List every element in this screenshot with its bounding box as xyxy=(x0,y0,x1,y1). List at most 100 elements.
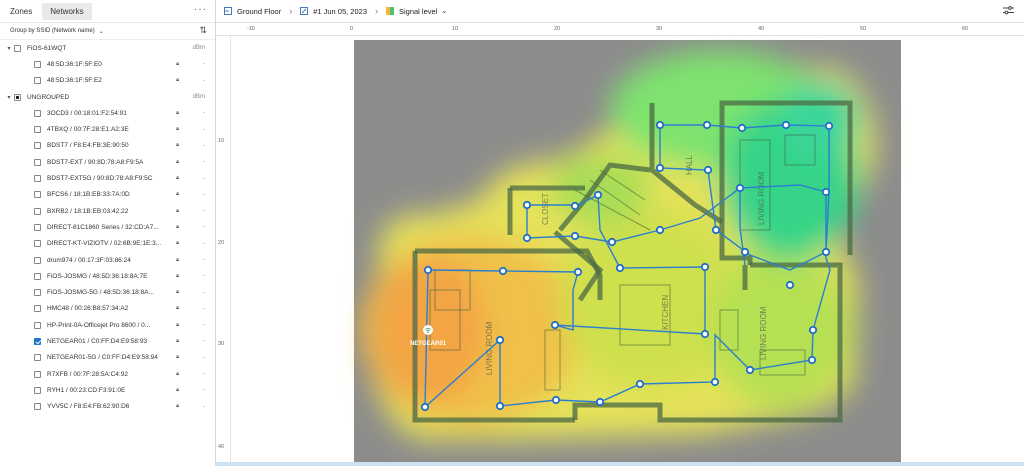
survey-point[interactable] xyxy=(781,120,791,130)
network-group[interactable]: ▾ FiOS-61WQT dBm xyxy=(0,40,215,56)
survey-point[interactable] xyxy=(700,262,710,272)
network-row[interactable]: 3OCD3 / 00:18:01:F2:54:91 🔒︎ - xyxy=(0,105,215,121)
network-row[interactable]: BDST7 / F8:E4:FB:3E:90:50 🔒︎ - xyxy=(0,138,215,154)
survey-point[interactable] xyxy=(808,325,818,335)
network-checkbox[interactable] xyxy=(34,240,41,248)
lock-icon: 🔒︎ xyxy=(176,77,179,84)
network-checkbox[interactable] xyxy=(34,207,41,215)
survey-point[interactable] xyxy=(702,120,712,130)
survey-point[interactable] xyxy=(745,365,755,375)
network-checkbox[interactable] xyxy=(34,354,41,362)
network-checkbox[interactable] xyxy=(34,158,41,166)
filter-settings-icon[interactable] xyxy=(1003,6,1014,15)
survey-point[interactable] xyxy=(655,163,665,173)
survey-selector[interactable]: #1 Jun 05, 2023 xyxy=(300,7,367,16)
visualization-selector[interactable]: Signal level ⌄ xyxy=(385,7,448,16)
network-row[interactable]: BDST7-EXT / 90:8D:78:A8:F9:5A 🔒︎ - xyxy=(0,154,215,170)
network-row[interactable]: HMC48 / 00:26:B8:57:34:A2 🔒︎ - xyxy=(0,301,215,317)
network-checkbox[interactable] xyxy=(34,256,41,264)
network-checkbox[interactable] xyxy=(34,109,41,117)
survey-point[interactable] xyxy=(703,165,713,175)
network-row[interactable]: DIRECT-81C1860 Series / 32:CD:A7... 🔒︎ - xyxy=(0,219,215,235)
lock-icon: 🔒︎ xyxy=(176,158,179,165)
caret-down-icon[interactable]: ▾ xyxy=(4,94,14,101)
group-checkbox[interactable] xyxy=(14,44,21,52)
survey-point[interactable] xyxy=(807,355,817,365)
chevron-down-icon: ⌄ xyxy=(441,8,448,15)
survey-point[interactable] xyxy=(570,201,580,211)
network-checkbox[interactable] xyxy=(34,175,41,183)
network-row[interactable]: NETGEAR01 / C0:FF:D4:E9:58:93 🔒︎ - xyxy=(0,333,215,349)
lock-icon: 🔒︎ xyxy=(176,403,179,410)
network-row[interactable]: HP-Print-0A-Officejet Pro 8600 / 0... 🔒︎ - xyxy=(0,317,215,333)
survey-point[interactable] xyxy=(615,263,625,273)
survey-point[interactable] xyxy=(593,190,603,200)
tab-networks[interactable]: Networks xyxy=(42,2,92,20)
survey-point[interactable] xyxy=(737,123,747,133)
sort-icon[interactable]: ⇅ xyxy=(199,25,207,36)
survey-point[interactable] xyxy=(821,247,831,257)
survey-point[interactable] xyxy=(655,120,665,130)
network-row[interactable]: 4TBXQ / 00:7F:28:E1:A2:3E 🔒︎ - xyxy=(0,121,215,137)
survey-point[interactable] xyxy=(595,397,605,407)
survey-point[interactable] xyxy=(498,266,508,276)
survey-point[interactable] xyxy=(607,237,617,247)
network-row[interactable]: BDST7-EXT5G / 90:8D:78:A8:F9:5C 🔒︎ - xyxy=(0,170,215,186)
network-row[interactable]: BFCS6 / 18:1B:EB:33:7A:0D 🔒︎ - xyxy=(0,187,215,203)
survey-point[interactable] xyxy=(423,265,433,275)
tab-zones[interactable]: Zones xyxy=(2,3,40,20)
network-row[interactable]: RYH1 / 00:23:CD:F3:91:0E 🔒︎ - xyxy=(0,382,215,398)
network-checkbox[interactable] xyxy=(34,289,41,297)
survey-point[interactable] xyxy=(711,225,721,235)
network-checkbox[interactable] xyxy=(34,126,41,134)
network-checkbox[interactable] xyxy=(34,223,41,231)
network-checkbox[interactable] xyxy=(34,386,41,394)
survey-point[interactable] xyxy=(495,335,505,345)
survey-point[interactable] xyxy=(824,121,834,131)
survey-point[interactable] xyxy=(655,225,665,235)
network-row[interactable]: BXRB2 / 18:1B:EB:03:42:22 🔒︎ - xyxy=(0,203,215,219)
survey-point[interactable] xyxy=(740,247,750,257)
network-checkbox[interactable] xyxy=(34,403,41,411)
survey-point[interactable] xyxy=(420,402,430,412)
survey-point[interactable] xyxy=(551,395,561,405)
survey-point[interactable] xyxy=(700,329,710,339)
network-checkbox[interactable] xyxy=(34,77,41,85)
survey-point[interactable] xyxy=(522,233,532,243)
floor-selector[interactable]: Ground Floor xyxy=(224,7,281,16)
network-row[interactable]: NETGEAR01-5G / C0:FF:D4:E9:58:94 🔒︎ - xyxy=(0,350,215,366)
network-checkbox[interactable] xyxy=(34,272,41,280)
group-by-dropdown[interactable]: Group by SSID (Network name) ⌄ ⇅ xyxy=(0,23,215,40)
map-canvas[interactable]: CLOSET LIVING ROOM KITCHEN HALL LIVING R… xyxy=(231,36,1024,466)
network-checkbox[interactable] xyxy=(34,370,41,378)
survey-point[interactable] xyxy=(785,280,795,290)
network-row[interactable]: YVV5C / F8:E4:FB:62:90:D6 🔒︎ - xyxy=(0,399,215,415)
caret-down-icon[interactable]: ▾ xyxy=(4,45,14,52)
survey-point[interactable] xyxy=(522,200,532,210)
network-row[interactable]: FiOS-JOSMG-5G / 48:5D:36:18:8A... 🔒︎ - xyxy=(0,284,215,300)
network-row[interactable]: drum974 / 00:17:3F:03:86:24 🔒︎ - xyxy=(0,252,215,268)
network-checkbox[interactable] xyxy=(34,337,41,345)
network-checkbox[interactable] xyxy=(34,191,41,199)
network-row[interactable]: DIRECT-KT-VIZIOTV / 02:6B:9E:1E:3... 🔒︎ - xyxy=(0,236,215,252)
survey-point[interactable] xyxy=(735,183,745,193)
survey-point[interactable] xyxy=(570,231,580,241)
more-options-icon[interactable]: ··· xyxy=(194,4,207,15)
network-row[interactable]: R7XFB / 00:7F:28:5A:C4:92 🔒︎ - xyxy=(0,366,215,382)
network-row[interactable]: 48:5D:36:1F:5F:E0 🔒︎ - xyxy=(0,56,215,72)
network-checkbox[interactable] xyxy=(34,142,41,150)
survey-point[interactable] xyxy=(710,377,720,387)
survey-point[interactable] xyxy=(821,187,831,197)
network-row[interactable]: 48:5D:36:1F:5F:E2 🔒︎ - xyxy=(0,73,215,89)
survey-point[interactable] xyxy=(495,401,505,411)
network-checkbox[interactable] xyxy=(34,321,41,329)
network-checkbox[interactable] xyxy=(34,60,41,68)
heatmap-icon xyxy=(385,7,394,15)
network-checkbox[interactable] xyxy=(34,305,41,313)
survey-point[interactable] xyxy=(635,379,645,389)
survey-point[interactable] xyxy=(573,267,583,277)
survey-point[interactable] xyxy=(550,320,560,330)
group-checkbox[interactable] xyxy=(14,93,21,101)
network-group[interactable]: ▾ UNGROUPED dBm xyxy=(0,89,215,105)
network-row[interactable]: FiOS-JOSMG / 48:5D:36:18:8A:7E 🔒︎ - xyxy=(0,268,215,284)
